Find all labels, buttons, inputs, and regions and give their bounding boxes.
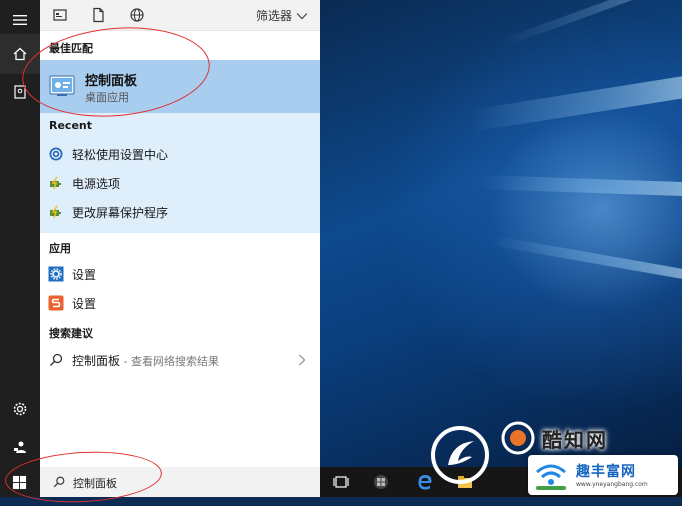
apps-heading: 应用	[49, 242, 71, 255]
settings-app-icon	[48, 295, 64, 311]
settings-button[interactable]	[0, 389, 40, 429]
task-view-icon[interactable]	[332, 473, 350, 491]
watermark-site: 酷知网	[500, 418, 670, 458]
list-item[interactable]: 设置	[40, 260, 320, 288]
best-match-result[interactable]: 控制面板 桌面应用	[40, 60, 320, 113]
search-icon	[53, 476, 65, 488]
ease-of-access-icon	[49, 147, 63, 161]
documents-filter-icon[interactable]	[90, 7, 106, 23]
watermark-badge-name: 趣丰富网	[576, 464, 636, 480]
suggestions-heading: 搜索建议	[49, 327, 93, 340]
taskbar-search-box[interactable]: 控制面板	[40, 467, 320, 497]
list-item-label: 轻松使用设置中心	[72, 147, 169, 162]
recent-heading: Recent	[49, 119, 93, 132]
best-match-heading: 最佳匹配	[49, 42, 93, 55]
suggestion-query: 控制面板	[72, 353, 121, 368]
start-left-rail	[0, 0, 40, 467]
list-item-label: 更改屏幕保护程序	[72, 205, 169, 220]
control-panel-icon	[49, 75, 75, 96]
list-item-label: 设置	[72, 296, 97, 311]
list-item[interactable]: 轻松使用设置中心	[40, 140, 320, 168]
start-button[interactable]	[0, 467, 40, 497]
watermark-wifi-icon	[536, 464, 566, 490]
gear-icon	[13, 402, 27, 416]
web-suggestion-item[interactable]: 控制面板 - 查看网络搜索结果	[40, 346, 320, 374]
list-item[interactable]: 设置	[40, 289, 320, 317]
apps-filter-icon[interactable]	[52, 7, 68, 23]
watermark-badge: 趣丰富网 www.yneyangbang.com	[528, 455, 678, 495]
windows-logo-icon	[12, 475, 27, 490]
notebook-icon	[14, 85, 26, 99]
best-match-subtitle: 桌面应用	[85, 91, 129, 104]
list-item-label: 设置	[72, 267, 97, 282]
list-item[interactable]: 电源选项	[40, 169, 320, 197]
watermark-logo-icon	[431, 426, 489, 484]
suggestion-hint: - 查看网络搜索结果	[120, 354, 219, 368]
list-item-label: 电源选项	[72, 176, 121, 191]
screensaver-icon	[50, 205, 61, 219]
feedback-icon	[14, 441, 26, 453]
chevron-down-icon	[296, 12, 308, 19]
power-options-icon	[50, 176, 61, 190]
watermark-badge-url: www.yneyangbang.com	[576, 481, 648, 488]
hamburger-icon	[13, 15, 27, 25]
chevron-right-icon	[299, 354, 306, 366]
suggestion-text: 控制面板 - 查看网络搜索结果	[72, 352, 219, 369]
search-filter-bar: 筛选器	[40, 0, 320, 31]
feedback-button[interactable]	[0, 427, 40, 467]
list-item[interactable]: 更改屏幕保护程序	[40, 198, 320, 226]
desktop-wallpaper	[320, 0, 682, 467]
filter-dropdown[interactable]: 筛选器	[256, 7, 308, 24]
search-input[interactable]: 控制面板	[73, 475, 117, 491]
home-icon	[13, 47, 27, 61]
watermark-c-logo-icon	[501, 421, 535, 455]
web-filter-icon[interactable]	[129, 7, 145, 23]
home-button[interactable]	[0, 34, 40, 74]
watermark-site-name: 酷知网	[542, 428, 608, 452]
app-grid-icon[interactable]	[372, 473, 390, 491]
settings-gear-icon	[48, 266, 64, 282]
search-results-panel: 筛选器 最佳匹配 控制面板 桌面应用 Recent 轻松使用设置中心 电源选项 …	[40, 0, 320, 467]
filter-label: 筛选器	[255, 9, 292, 23]
search-icon	[50, 353, 63, 366]
notebook-button[interactable]	[0, 72, 40, 112]
best-match-title: 控制面板	[85, 74, 138, 89]
